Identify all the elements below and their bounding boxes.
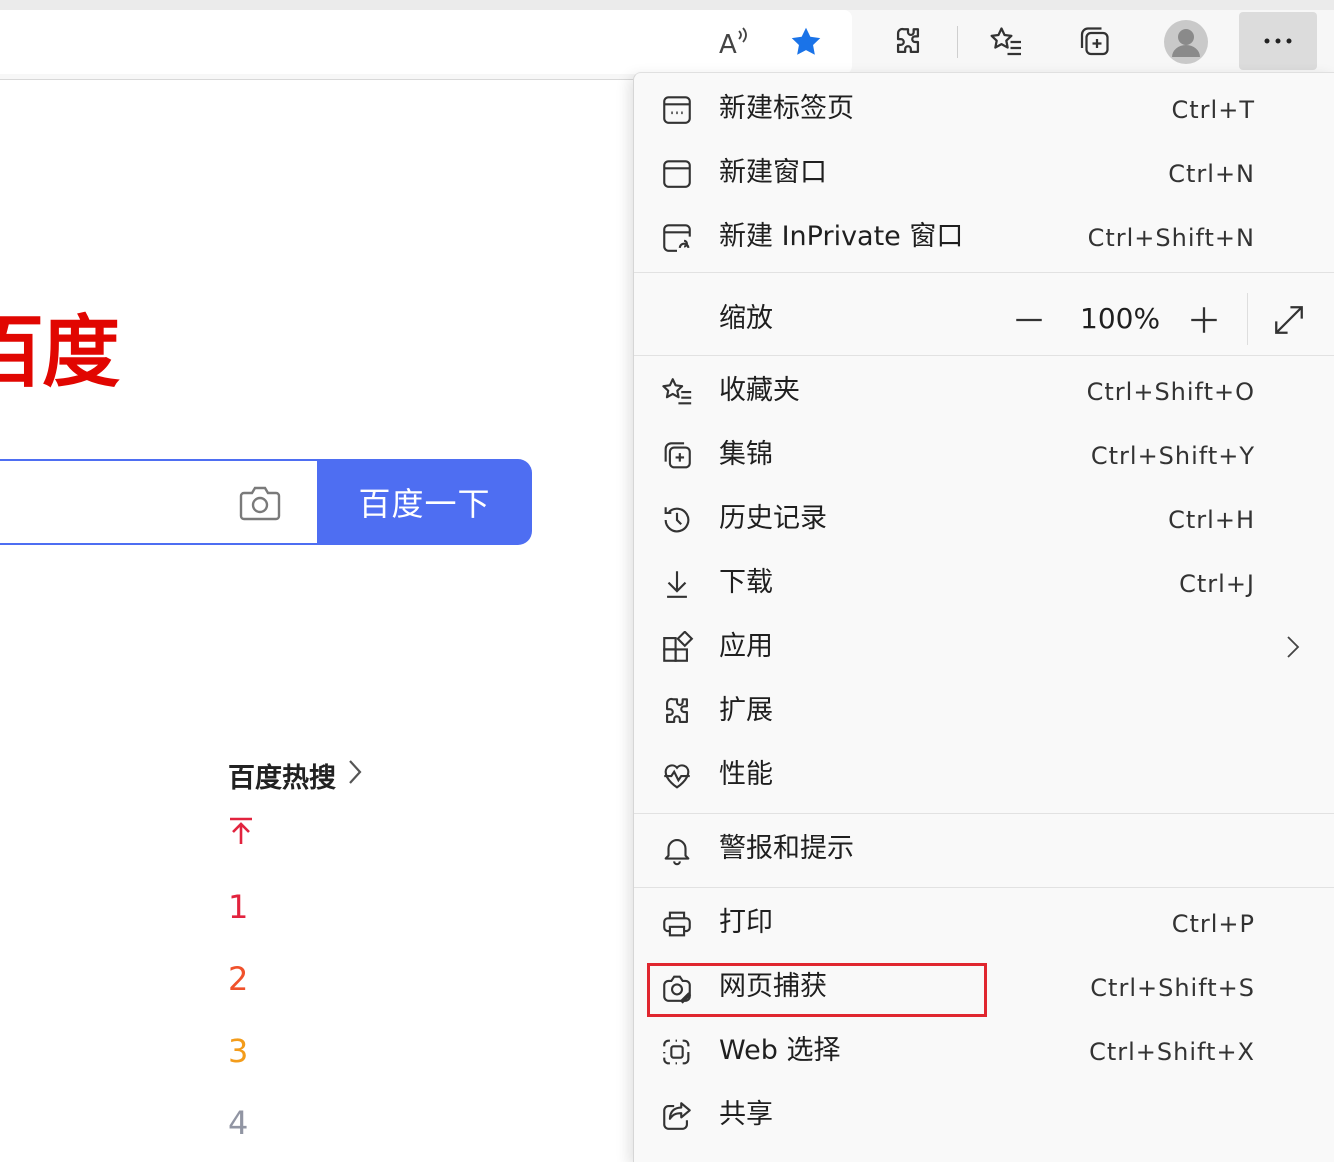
menu-item-history[interactable]: 历史记录 Ctrl+H [634, 487, 1334, 551]
favorites-icon [662, 378, 692, 405]
svg-text:A: A [719, 30, 737, 59]
search-button[interactable]: 百度一下 [317, 459, 532, 545]
bell-icon [664, 839, 690, 866]
menu-divider [634, 887, 1334, 888]
menu-zoom-row: 缩放 100% [634, 281, 1334, 357]
share-icon [663, 1102, 691, 1130]
menu-item-label: 应用 [719, 631, 773, 662]
read-aloud-icon[interactable]: A [708, 16, 760, 68]
collections-icon[interactable] [1068, 16, 1120, 68]
menu-item-apps[interactable]: 应用 [634, 615, 1334, 679]
zoom-separator [1247, 293, 1248, 345]
menu-item-label: 打印 [719, 907, 773, 938]
zoom-label: 缩放 [719, 303, 773, 334]
web-page-content: 百度 百度一下 百度热搜 1 2 3 4 [0, 80, 640, 1162]
pinned-top-icon [228, 816, 254, 846]
apps-icon [663, 631, 694, 662]
menu-item-label: 历史记录 [719, 503, 827, 534]
settings-menu: 新建标签页 Ctrl+T 新建窗口 Ctrl+N 新建 InPrivate 窗口… [633, 72, 1334, 1162]
menu-item-shortcut: Ctrl+H [1168, 506, 1255, 534]
profile-icon[interactable] [1160, 16, 1212, 68]
menu-item-new-inprivate[interactable]: 新建 InPrivate 窗口 Ctrl+Shift+N [634, 205, 1334, 269]
menu-item-label: 扩展 [719, 695, 773, 726]
inprivate-icon [663, 224, 691, 252]
menu-item-web-select[interactable]: Web 选择 Ctrl+Shift+X [634, 1019, 1334, 1083]
chevron-right-icon [1287, 636, 1300, 658]
menu-item-label: 集锦 [719, 439, 773, 470]
zoom-out-icon[interactable] [1012, 303, 1046, 337]
menu-item-performance[interactable]: 性能 [634, 743, 1334, 807]
browser-toolbar: A [0, 0, 1334, 80]
extensions-icon [666, 697, 688, 723]
performance-icon [664, 764, 690, 789]
toolbar-separator [957, 26, 958, 58]
menu-item-shortcut: Ctrl+Shift+O [1086, 378, 1255, 406]
extensions-icon[interactable] [882, 16, 934, 68]
collections-icon [664, 442, 691, 469]
hot-rank-3: 3 [228, 1032, 249, 1070]
menu-item-label: 新建 InPrivate 窗口 [719, 221, 964, 252]
menu-item-new-window[interactable]: 新建窗口 Ctrl+N [634, 141, 1334, 205]
menu-item-shortcut: Ctrl+P [1171, 910, 1255, 938]
web-select-icon [663, 1039, 690, 1065]
menu-item-print[interactable]: 打印 Ctrl+P [634, 891, 1334, 955]
highlight-box [647, 963, 987, 1017]
menu-item-label: 警报和提示 [719, 833, 854, 864]
menu-divider [634, 355, 1334, 356]
zoom-in-icon[interactable] [1187, 303, 1221, 337]
menu-item-alerts[interactable]: 警报和提示 [634, 817, 1334, 881]
chevron-right-icon [348, 759, 362, 792]
menu-item-label: 新建窗口 [719, 157, 827, 188]
menu-item-collections[interactable]: 集锦 Ctrl+Shift+Y [634, 423, 1334, 487]
menu-item-label: 性能 [719, 759, 773, 790]
hot-search-title[interactable]: 百度热搜 [228, 756, 362, 795]
menu-item-shortcut: Ctrl+Shift+S [1090, 974, 1255, 1002]
favorites-icon[interactable] [980, 16, 1032, 68]
new-tab-icon [663, 96, 691, 124]
tab-strip [0, 0, 1334, 10]
history-icon [664, 507, 690, 533]
favorite-star-icon[interactable] [780, 16, 832, 68]
hot-rank-1: 1 [228, 888, 249, 926]
menu-item-shortcut: Ctrl+Shift+N [1087, 224, 1255, 252]
menu-item-shortcut: Ctrl+Shift+X [1089, 1038, 1255, 1066]
zoom-value: 100% [1080, 302, 1161, 335]
menu-item-shortcut: Ctrl+Shift+Y [1090, 442, 1255, 470]
menu-item-label: 新建标签页 [719, 93, 854, 124]
hot-search-label: 百度热搜 [228, 763, 336, 794]
hot-rank-4: 4 [228, 1104, 249, 1142]
baidu-logo: 百度 [0, 308, 120, 398]
menu-item-share[interactable]: 共享 [634, 1083, 1334, 1147]
menu-item-new-tab[interactable]: 新建标签页 Ctrl+T [634, 77, 1334, 141]
fullscreen-icon[interactable] [1272, 303, 1306, 337]
more-icon[interactable] [1239, 12, 1317, 70]
menu-item-label: 收藏夹 [719, 375, 800, 406]
menu-divider [634, 272, 1334, 273]
menu-item-shortcut: Ctrl+N [1168, 160, 1255, 188]
menu-item-downloads[interactable]: 下载 Ctrl+J [634, 551, 1334, 615]
menu-item-label: 共享 [719, 1099, 773, 1130]
camera-icon[interactable] [238, 483, 282, 523]
hot-rank-2: 2 [228, 960, 249, 998]
new-window-icon [663, 160, 691, 188]
menu-item-label: Web 选择 [719, 1035, 841, 1066]
menu-item-favorites[interactable]: 收藏夹 Ctrl+Shift+O [634, 359, 1334, 423]
menu-item-shortcut: Ctrl+T [1171, 96, 1255, 124]
menu-divider [634, 813, 1334, 814]
menu-item-label: 下载 [719, 567, 773, 598]
print-icon [663, 911, 691, 937]
menu-item-shortcut: Ctrl+J [1179, 570, 1255, 598]
menu-item-extensions[interactable]: 扩展 [634, 679, 1334, 743]
download-icon [667, 571, 687, 598]
